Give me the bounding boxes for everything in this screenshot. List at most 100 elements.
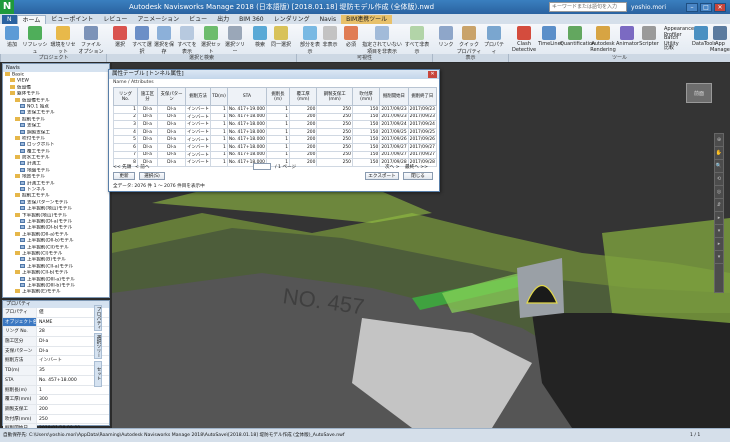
look-icon[interactable]: ◎ — [715, 186, 723, 199]
side-tab-sets[interactable]: セット — [94, 361, 102, 387]
property-key: オブジェクト名 — [3, 317, 37, 327]
maximize-icon[interactable]: □ — [700, 2, 712, 12]
orbit-icon[interactable]: ⟲ — [715, 173, 723, 186]
quick-properties-button[interactable]: クイック プロパティ — [456, 26, 482, 55]
properties-button[interactable]: プロパティ — [482, 26, 506, 55]
user-name[interactable]: yoshio.mori — [631, 4, 666, 11]
table-row[interactable]: 4 DI-a DI-a インバート 1 No. 417+18.000 1 200 250 150 2… — [113, 127, 438, 137]
table-row[interactable]: 5 DI-a DI-a インバート 1 No. 417+18.000 1 200 250 150 2… — [113, 135, 438, 144]
pan-icon[interactable]: ✋ — [715, 147, 723, 160]
column-header[interactable]: 掘削開始日 — [379, 87, 409, 106]
select-same-button[interactable]: 同一選択 — [271, 26, 291, 48]
require-button[interactable]: 必須 — [340, 26, 362, 48]
help-search-input[interactable]: キーワードまたは語句を入力 — [549, 2, 628, 12]
find-items-button[interactable]: 検索 — [250, 26, 270, 48]
select-rows-button[interactable]: 選択(S) — [139, 172, 165, 180]
nav-first-link[interactable]: << 先頭 — [113, 164, 131, 170]
timeliner-button[interactable]: TimeLiner — [538, 26, 563, 47]
column-header[interactable]: STA — [226, 87, 267, 106]
select-all-visible-button[interactable]: すべてを表示 — [176, 26, 198, 55]
column-header[interactable]: 掘削方法 — [185, 87, 212, 106]
close-dialog-button[interactable]: 閉じる — [403, 172, 433, 180]
dropdown-icon-2[interactable]: ▾ — [715, 251, 723, 264]
tab-rendering[interactable]: レンダリング — [269, 15, 315, 24]
table-row[interactable]: 3 DI-a DI-a インバート 1 No. 417+18.000 1 200 250 150 2… — [113, 120, 438, 129]
table-cell: 150 — [351, 135, 381, 144]
minimize-icon[interactable]: – — [686, 2, 698, 12]
walk-icon[interactable]: ⇵ — [715, 199, 723, 212]
nav-next-link[interactable]: 次へ > — [385, 164, 400, 170]
nav-wheel-icon[interactable]: ⊕ — [715, 134, 723, 147]
column-header[interactable]: 覆工厚(mm) — [289, 87, 318, 106]
column-header[interactable]: 施工区分 — [136, 87, 159, 106]
hide-button[interactable]: 非表示 — [320, 26, 340, 48]
table-row[interactable]: 1 DI-a DI-a インバート 1 No. 417+19.000 1 200 250 150 2… — [113, 105, 438, 114]
tab-animation[interactable]: アニメーション — [132, 15, 184, 24]
hide-unselected-button[interactable]: 指定されていない項目を非表示 — [362, 26, 402, 55]
table-cell: インバート — [185, 105, 212, 114]
update-button[interactable]: 更新 — [113, 172, 135, 180]
property-row[interactable]: 吹付厚(mm) 250 — [3, 414, 109, 425]
selection-tree-button[interactable]: 選択ツリー — [224, 26, 246, 55]
autodesk-rendering-button[interactable]: Autodesk Rendering — [590, 26, 616, 53]
quantification-button[interactable]: Quantification — [560, 26, 595, 47]
tab-view[interactable]: ビュー — [184, 15, 212, 24]
tab-navis[interactable]: Navis — [315, 15, 342, 24]
tab-review[interactable]: レビュー — [98, 15, 132, 24]
column-header[interactable]: 支保パターン — [157, 87, 187, 106]
tab-home[interactable]: ホーム — [16, 15, 47, 24]
navisworks-logo-icon[interactable]: N — [0, 0, 14, 14]
tree-item[interactable]: 上半掘削(E)モデル — [3, 289, 109, 295]
column-header[interactable]: 吹付厚(mm) — [351, 87, 381, 106]
tab-file[interactable]: N — [2, 15, 17, 24]
expand-icon-2[interactable]: ▸ — [715, 238, 723, 251]
side-tab-properties[interactable]: プロパティ — [94, 305, 102, 331]
clash-detective-button[interactable]: Clash Detective — [512, 26, 536, 53]
dialog-close-icon[interactable]: ✕ — [428, 71, 437, 78]
table-cell: インバート — [185, 150, 212, 160]
save-selection-button[interactable]: 選択を保存 — [153, 26, 175, 55]
scripter-button[interactable]: Scripter — [638, 26, 660, 47]
tab-bim-tools[interactable]: BIM連携ツール — [341, 15, 393, 24]
selection-sets-button[interactable]: 選択セット — [200, 26, 222, 55]
side-tab-tree[interactable]: 選択ツリー — [94, 333, 102, 359]
table-cell: 200 — [289, 120, 318, 129]
expand-icon[interactable]: ▸ — [715, 212, 723, 225]
nav-last-link[interactable]: 最終へ >> — [405, 164, 428, 170]
table-body: 1 DI-a DI-a インバート 1 No. 417+19.000 1 200 250 150 2… — [113, 105, 438, 167]
table-row[interactable]: 7 DI-a DI-a インバート 1 No. 417+18.000 1 200 250 150 2… — [113, 150, 438, 160]
ribbon-panel: 追加 リフレッシュ 環境をリセット ファイル オプション 選択 すべて選択 選択… — [0, 24, 730, 62]
tab-viewpoint[interactable]: ビューポイント — [46, 15, 98, 24]
tab-output[interactable]: 出力 — [212, 15, 234, 24]
table-row[interactable]: 6 DI-a DI-a インバート 1 No. 417+18.000 1 200 250 150 2… — [113, 142, 438, 152]
compare-button[interactable]: 比較 — [664, 44, 690, 51]
append-button[interactable]: 追加 — [2, 26, 22, 48]
show-part-button[interactable]: 部分を表示 — [300, 26, 320, 55]
column-header[interactable]: リング No. — [113, 87, 138, 106]
navigation-bar: ⊕ ✋ 🔍 ⟲ ◎ ⇵ ▸ ▾ ▸ ▾ — [714, 133, 724, 293]
dropdown-icon[interactable]: ▾ — [715, 225, 723, 238]
table-row[interactable]: 2 DI-a DI-a インバート 1 No. 417+18.000 1 200 250 150 2… — [113, 112, 438, 122]
nav-prev-link[interactable]: < 前へ — [135, 164, 150, 170]
datatools-button[interactable]: DataTools — [692, 26, 716, 47]
column-header[interactable]: 掘削長(m) — [265, 87, 291, 106]
column-header[interactable]: 鋼製支保工(mm) — [316, 87, 353, 106]
page-input[interactable] — [253, 163, 271, 170]
zoom-icon[interactable]: 🔍 — [715, 160, 723, 173]
refresh-button[interactable]: リフレッシュ — [22, 26, 48, 55]
column-header[interactable]: TD(m) — [210, 87, 228, 106]
column-header[interactable]: 掘削終了日 — [407, 87, 438, 106]
app-manager-button[interactable]: App Manager — [710, 26, 730, 53]
export-button[interactable]: エクスポート — [365, 172, 399, 180]
view-cube[interactable]: 前面 — [686, 83, 712, 103]
close-window-icon[interactable]: ✕ — [714, 2, 726, 12]
links-button[interactable]: リンク — [436, 26, 456, 48]
tab-bim360[interactable]: BIM 360 — [234, 15, 268, 24]
reset-all-button[interactable]: 環境をリセット — [50, 26, 76, 55]
table-cell: No. 417+18.000 — [226, 127, 267, 137]
file-options-button[interactable]: ファイル オプション — [78, 26, 104, 55]
select-all-button[interactable]: すべて選択 — [131, 26, 153, 55]
select-button[interactable]: 選択 — [110, 26, 130, 48]
animator-button[interactable]: Animator — [616, 26, 639, 47]
unhide-all-button[interactable]: すべて非表示 — [404, 26, 430, 55]
